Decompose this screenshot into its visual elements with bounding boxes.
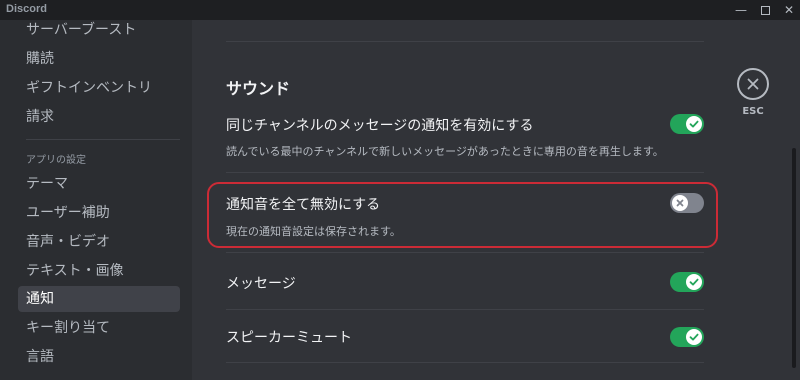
toggle-speaker-mute[interactable] xyxy=(670,327,704,347)
sidebar-item-keybinds[interactable]: キー割り当て xyxy=(18,315,180,341)
maximize-button[interactable] xyxy=(752,0,778,20)
section-title-sound: サウンド xyxy=(226,79,291,98)
toggle-message[interactable] xyxy=(670,272,704,292)
section-divider xyxy=(226,41,704,42)
check-icon xyxy=(689,278,699,286)
row-divider xyxy=(226,362,704,363)
setting-desc-same-channel: 読んでいる最中のチャンネルで新しいメッセージがあったときに専用の音を再生します。 xyxy=(226,145,664,158)
close-circle-icon[interactable] xyxy=(737,68,769,100)
settings-sidebar: サーバーブースト 購読 ギフトインベントリ 請求 アプリの設定 テーマ ユーザー… xyxy=(0,20,192,380)
sidebar-item-voice-video[interactable]: 音声・ビデオ xyxy=(18,229,180,255)
scrollbar[interactable] xyxy=(792,148,796,368)
sidebar-item-notifications[interactable]: 通知 xyxy=(18,286,180,312)
settings-content: サウンド 同じチャンネルのメッセージの通知を有効にする 読んでいる最中のチャンネ… xyxy=(192,20,800,380)
sidebar-item-accessibility[interactable]: ユーザー補助 xyxy=(18,200,180,226)
esc-label: ESC xyxy=(742,106,764,117)
toggle-knob xyxy=(672,195,688,211)
setting-desc-disable-all-sounds: 現在の通知音設定は保存されます。 xyxy=(226,225,401,238)
sidebar-item-theme[interactable]: テーマ xyxy=(18,171,180,197)
toggle-knob xyxy=(686,116,702,132)
sidebar-item-subscriptions[interactable]: 購読 xyxy=(18,46,180,72)
setting-title-speaker-mute: スピーカーミュート xyxy=(226,330,352,346)
minimize-icon: — xyxy=(735,3,747,17)
close-icon: ✕ xyxy=(783,3,795,17)
setting-title-same-channel: 同じチャンネルのメッセージの通知を有効にする xyxy=(226,118,534,134)
sidebar-item-language[interactable]: 言語 xyxy=(18,344,180,370)
row-divider xyxy=(226,252,704,253)
row-divider xyxy=(226,309,704,310)
close-settings-button[interactable]: ESC xyxy=(737,68,769,117)
sidebar-item-server-boost[interactable]: サーバーブースト xyxy=(18,20,180,43)
maximize-icon xyxy=(760,5,770,15)
sidebar-item-gift-inventory[interactable]: ギフトインベントリ xyxy=(18,75,180,101)
toggle-same-channel[interactable] xyxy=(670,114,704,134)
check-icon xyxy=(689,333,699,341)
sidebar-item-text-images[interactable]: テキスト・画像 xyxy=(18,258,180,284)
toggle-disable-all-sounds[interactable] xyxy=(670,193,704,213)
minimize-button[interactable]: — xyxy=(728,0,754,20)
check-icon xyxy=(689,120,699,128)
setting-title-disable-all-sounds: 通知音を全て無効にする xyxy=(226,197,381,213)
sidebar-item-billing[interactable]: 請求 xyxy=(18,104,180,130)
close-window-button[interactable]: ✕ xyxy=(776,0,800,20)
toggle-knob xyxy=(686,274,702,290)
setting-title-message: メッセージ xyxy=(226,276,296,292)
sidebar-divider xyxy=(26,139,180,140)
toggle-knob xyxy=(686,329,702,345)
row-divider xyxy=(226,172,704,173)
title-bar: Discord — ✕ xyxy=(0,0,800,20)
sidebar-header-app-settings: アプリの設定 xyxy=(26,155,86,166)
x-icon xyxy=(676,199,684,207)
close-x-icon xyxy=(747,78,759,90)
window-title: Discord xyxy=(6,3,47,15)
